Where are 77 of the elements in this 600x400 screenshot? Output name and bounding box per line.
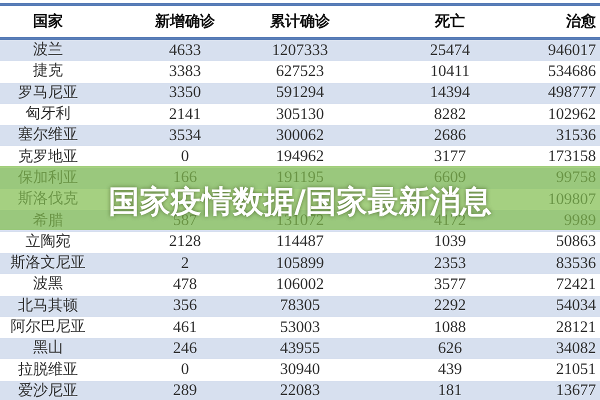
table-cell-text: 25474 (429, 42, 471, 59)
table-cell-text: 2686 (433, 128, 467, 144)
table-cell-text: 8282 (433, 106, 467, 123)
table-cell-text: 1039 (433, 234, 467, 250)
table-cell-text: 3534 (168, 128, 202, 144)
table-cell-text: 22083 (279, 383, 321, 400)
table-cell-text: 181 (437, 383, 463, 400)
table-cell-text: 109807 (547, 192, 597, 208)
table-cell-text: 105899 (275, 256, 325, 272)
table-cell-text: 1088 (433, 320, 467, 336)
table-cell-text: 498777 (547, 85, 597, 102)
table-cell-text: 2353 (433, 256, 467, 272)
table-cell-text: 阿尔巴尼亚 (10, 320, 86, 335)
column-header: 累计确诊 (269, 14, 331, 29)
table-cell-text: 斯洛伐克 (17, 192, 79, 208)
table-cell-text: 246 (172, 340, 198, 357)
table-cell-text: 53003 (279, 320, 321, 336)
table-cell-text: 534686 (547, 64, 597, 80)
table-cell-text: 34082 (555, 340, 597, 357)
table-cell-text: 3383 (168, 64, 202, 80)
table-cell-text: 0 (180, 149, 190, 166)
table-cell-text: 21051 (555, 362, 597, 378)
column-header: 死亡 (434, 14, 466, 29)
table-cell-text: 3577 (433, 276, 467, 293)
table-cell-text: 立陶宛 (24, 234, 72, 250)
table-cell-text: 2141 (168, 106, 202, 123)
table-cell-text: 31536 (555, 128, 597, 144)
table-cell-text: 78305 (279, 298, 321, 314)
table-cell-text: 30940 (279, 362, 321, 378)
table-cell-text: 北马其顿 (17, 298, 79, 314)
table-cell-text: 4633 (168, 42, 202, 59)
table-cell-text: 627523 (275, 64, 325, 80)
column-header: 国家 (32, 14, 64, 29)
table-cell-text: 72421 (555, 276, 597, 293)
table-cell-text: 1207333 (271, 42, 329, 59)
table-cell-text: 拉脱维亚 (17, 362, 79, 378)
table-cell-text: 波兰 (32, 43, 64, 58)
table-cell-text: 黑山 (32, 341, 64, 356)
table-cell-text: 43955 (279, 340, 321, 357)
table-cell-text: 14394 (429, 85, 471, 102)
table-cell-text: 13677 (555, 383, 597, 400)
table-cell-text: 102962 (547, 106, 597, 123)
column-header: 治愈 (565, 14, 597, 29)
table-cell-text: 305130 (275, 106, 325, 123)
table-cell-text: 300062 (275, 128, 325, 144)
table-cell-text: 439 (437, 362, 463, 378)
table-cell-text: 946017 (547, 42, 597, 59)
table-cell-text: 114487 (275, 234, 325, 250)
table-cell-text: 斯洛文尼亚 (10, 256, 86, 272)
table-cell-text: 478 (172, 276, 198, 293)
table-cell-text: 591294 (275, 85, 325, 102)
table-cell-text: 173158 (547, 149, 597, 166)
table-cell-text: 2292 (433, 298, 467, 314)
table-cell-text: 爱沙尼亚 (17, 384, 79, 399)
table-cell-text: 罗马尼亚 (17, 86, 79, 101)
table-cell-text: 461 (172, 320, 198, 336)
table-cell-text: 10411 (429, 64, 471, 80)
table-cell-text: 356 (172, 298, 198, 314)
table-cell-text: 50863 (555, 234, 597, 250)
table-cell-text: 83536 (555, 256, 597, 272)
table-cell-text: 28121 (555, 320, 597, 336)
table-cell-text: 54034 (555, 298, 597, 314)
table-cell-text: 0 (180, 362, 190, 378)
table-cell-text: 克罗地亚 (17, 150, 79, 165)
table-cell-text: 289 (172, 383, 198, 400)
table-cell-text: 2 (180, 256, 190, 272)
table-cell-text: 3350 (168, 85, 202, 102)
column-header: 新增确诊 (154, 14, 216, 29)
table-cell-text: 波黑 (32, 277, 64, 292)
table-cell-text: 塞尔维亚 (17, 128, 79, 144)
table-cell-text: 106002 (275, 276, 325, 293)
table-cell-text: 匈牙利 (24, 107, 72, 122)
table-cell-text: 捷克 (32, 64, 64, 80)
table-cell-text: 2128 (168, 234, 202, 250)
table-cell-text: 626 (437, 340, 463, 357)
table-cell-text: 3177 (433, 149, 467, 166)
table-cell-text: 194962 (275, 149, 325, 166)
